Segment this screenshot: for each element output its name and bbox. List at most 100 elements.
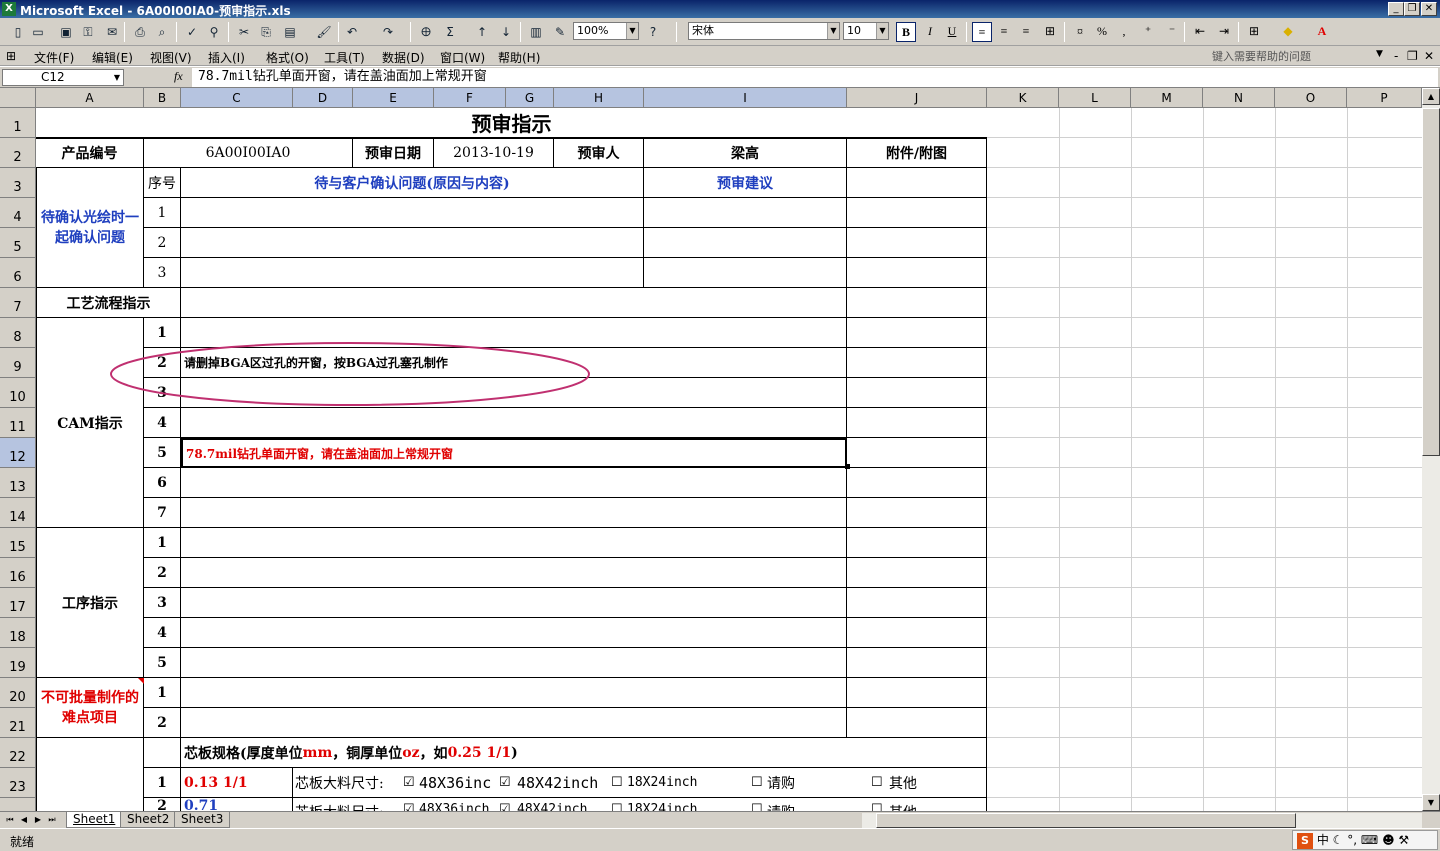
menu-help[interactable]: 帮助(H): [498, 49, 540, 66]
row-header-21[interactable]: 21: [0, 708, 36, 738]
align-left-icon[interactable]: ≡: [972, 22, 992, 42]
column-header-g[interactable]: G: [506, 88, 554, 108]
row-header-14[interactable]: 14: [0, 498, 36, 528]
difficult-seq-1[interactable]: 1: [144, 678, 181, 708]
row-header-3[interactable]: 3: [0, 168, 36, 198]
borders-icon[interactable]: ⊞: [1244, 22, 1264, 42]
sort-ascending-icon[interactable]: ↑: [474, 24, 490, 40]
step-seq-3[interactable]: 3: [144, 588, 181, 618]
close-workbook-icon[interactable]: ✕: [1424, 49, 1434, 63]
attachment-cell[interactable]: [847, 348, 987, 378]
core-spec-side-cell[interactable]: [36, 738, 144, 811]
help-icon[interactable]: ?: [645, 24, 661, 40]
italic-button[interactable]: I: [920, 22, 940, 42]
pending-suggest-cell[interactable]: [644, 228, 847, 258]
step-seq-1[interactable]: 1: [144, 528, 181, 558]
suggest-header[interactable]: 预审建议: [644, 168, 847, 198]
fill-color-icon[interactable]: ◆: [1278, 22, 1298, 42]
column-header-n[interactable]: N: [1203, 88, 1275, 108]
attachment-cell[interactable]: [847, 708, 987, 738]
punctuation-icon[interactable]: °,: [1347, 833, 1357, 847]
row-header-20[interactable]: 20: [0, 678, 36, 708]
pending-confirm-label[interactable]: 待确认光绘时一起确认问题: [36, 168, 144, 288]
menu-window[interactable]: 窗口(W): [440, 49, 485, 66]
cam-seq-7[interactable]: 7: [144, 498, 181, 528]
new-icon[interactable]: ▯: [10, 24, 26, 40]
font-size-combo[interactable]: 10 ▼: [843, 22, 889, 40]
menu-insert[interactable]: 插入(I): [208, 49, 245, 66]
core-thickness-1[interactable]: 0.13 1/1: [181, 768, 293, 798]
fx-icon[interactable]: fx: [174, 69, 183, 84]
menu-edit[interactable]: 编辑(E): [92, 49, 133, 66]
moon-icon[interactable]: ☾: [1333, 833, 1344, 847]
row-header-1[interactable]: 1: [0, 108, 36, 138]
cam-content-cell[interactable]: [181, 498, 847, 528]
row-header-19[interactable]: 19: [0, 648, 36, 678]
formula-input[interactable]: 78.7mil钻孔单面开窗，请在盖油面加上常规开窗: [192, 68, 1438, 87]
attachment-cell[interactable]: [847, 528, 987, 558]
autosum-icon[interactable]: Σ: [442, 24, 458, 40]
checkbox-unchecked-icon[interactable]: ☐: [751, 802, 763, 811]
bold-button[interactable]: B: [896, 22, 916, 42]
process-content-cell[interactable]: [181, 288, 847, 318]
menu-format[interactable]: 格式(O): [266, 49, 309, 66]
core-seq-1[interactable]: 1: [144, 768, 181, 798]
sort-descending-icon[interactable]: ↓: [498, 24, 514, 40]
menu-view[interactable]: 视图(V): [150, 49, 192, 66]
row-header-10[interactable]: 10: [0, 378, 36, 408]
difficult-content-cell[interactable]: [181, 708, 847, 738]
process-label[interactable]: 工艺流程指示: [36, 288, 181, 318]
checkbox-unchecked-icon[interactable]: ☐: [611, 802, 623, 811]
attachment-cell[interactable]: [847, 438, 987, 468]
menu-data[interactable]: 数据(D): [382, 49, 425, 66]
row-header-11[interactable]: 11: [0, 408, 36, 438]
attachment-cell[interactable]: [847, 678, 987, 708]
row-header-15[interactable]: 15: [0, 528, 36, 558]
cut-icon[interactable]: ✂: [236, 24, 252, 40]
checkbox-checked-icon[interactable]: ☑: [403, 802, 415, 811]
attachment-cell[interactable]: [847, 558, 987, 588]
step-content-cell[interactable]: [181, 588, 847, 618]
vertical-scrollbar[interactable]: ▲ ▼: [1422, 88, 1440, 811]
product-no-value[interactable]: 6A00I00IA0: [144, 138, 353, 168]
attachment-cell[interactable]: [847, 468, 987, 498]
font-name-combo[interactable]: 宋体 ▼: [688, 22, 840, 40]
column-header-i[interactable]: I: [644, 88, 847, 108]
attachment-cell[interactable]: [847, 408, 987, 438]
currency-icon[interactable]: ¤: [1070, 22, 1090, 42]
row-header-7[interactable]: 7: [0, 288, 36, 318]
prev-sheet-icon[interactable]: ◀: [18, 814, 30, 826]
sheet-title[interactable]: 预审指示: [36, 108, 987, 138]
step-seq-2[interactable]: 2: [144, 558, 181, 588]
column-header-d[interactable]: D: [293, 88, 353, 108]
checkbox-unchecked-icon[interactable]: ☐: [611, 775, 623, 790]
research-icon[interactable]: ⚲: [206, 24, 222, 40]
pending-issue-cell[interactable]: [181, 258, 644, 288]
decrease-decimal-icon[interactable]: ⁻: [1162, 22, 1182, 42]
row-header-17[interactable]: 17: [0, 588, 36, 618]
format-painter-icon[interactable]: 🖌: [316, 24, 332, 40]
cam-seq-5[interactable]: 5: [144, 438, 181, 468]
paste-icon[interactable]: ▤: [282, 24, 298, 40]
column-header-e[interactable]: E: [353, 88, 434, 108]
checkbox-checked-icon[interactable]: ☑: [403, 775, 415, 790]
pending-seq-1[interactable]: 1: [144, 198, 181, 228]
row-header-24[interactable]: [0, 798, 36, 811]
column-header-o[interactable]: O: [1275, 88, 1347, 108]
core-thickness-2[interactable]: 0.71: [181, 798, 293, 811]
row-header-6[interactable]: 6: [0, 258, 36, 288]
print-preview-icon[interactable]: ⌕: [154, 24, 170, 40]
row-header-12[interactable]: 12: [0, 438, 36, 468]
restore-workbook-icon[interactable]: ❐: [1407, 49, 1418, 63]
hyperlink-icon[interactable]: 🜨: [418, 24, 434, 40]
horizontal-scroll-thumb[interactable]: [876, 813, 1296, 828]
difficult-content-cell[interactable]: [181, 678, 847, 708]
undo-icon[interactable]: ↶: [344, 24, 360, 40]
row-header-13[interactable]: 13: [0, 468, 36, 498]
pending-suggest-cell[interactable]: [644, 258, 847, 288]
cam-seq-4[interactable]: 4: [144, 408, 181, 438]
step-content-cell[interactable]: [181, 558, 847, 588]
attachment-cell[interactable]: [847, 318, 987, 348]
row-header-2[interactable]: 2: [0, 138, 36, 168]
attachment-cell[interactable]: [847, 198, 987, 228]
